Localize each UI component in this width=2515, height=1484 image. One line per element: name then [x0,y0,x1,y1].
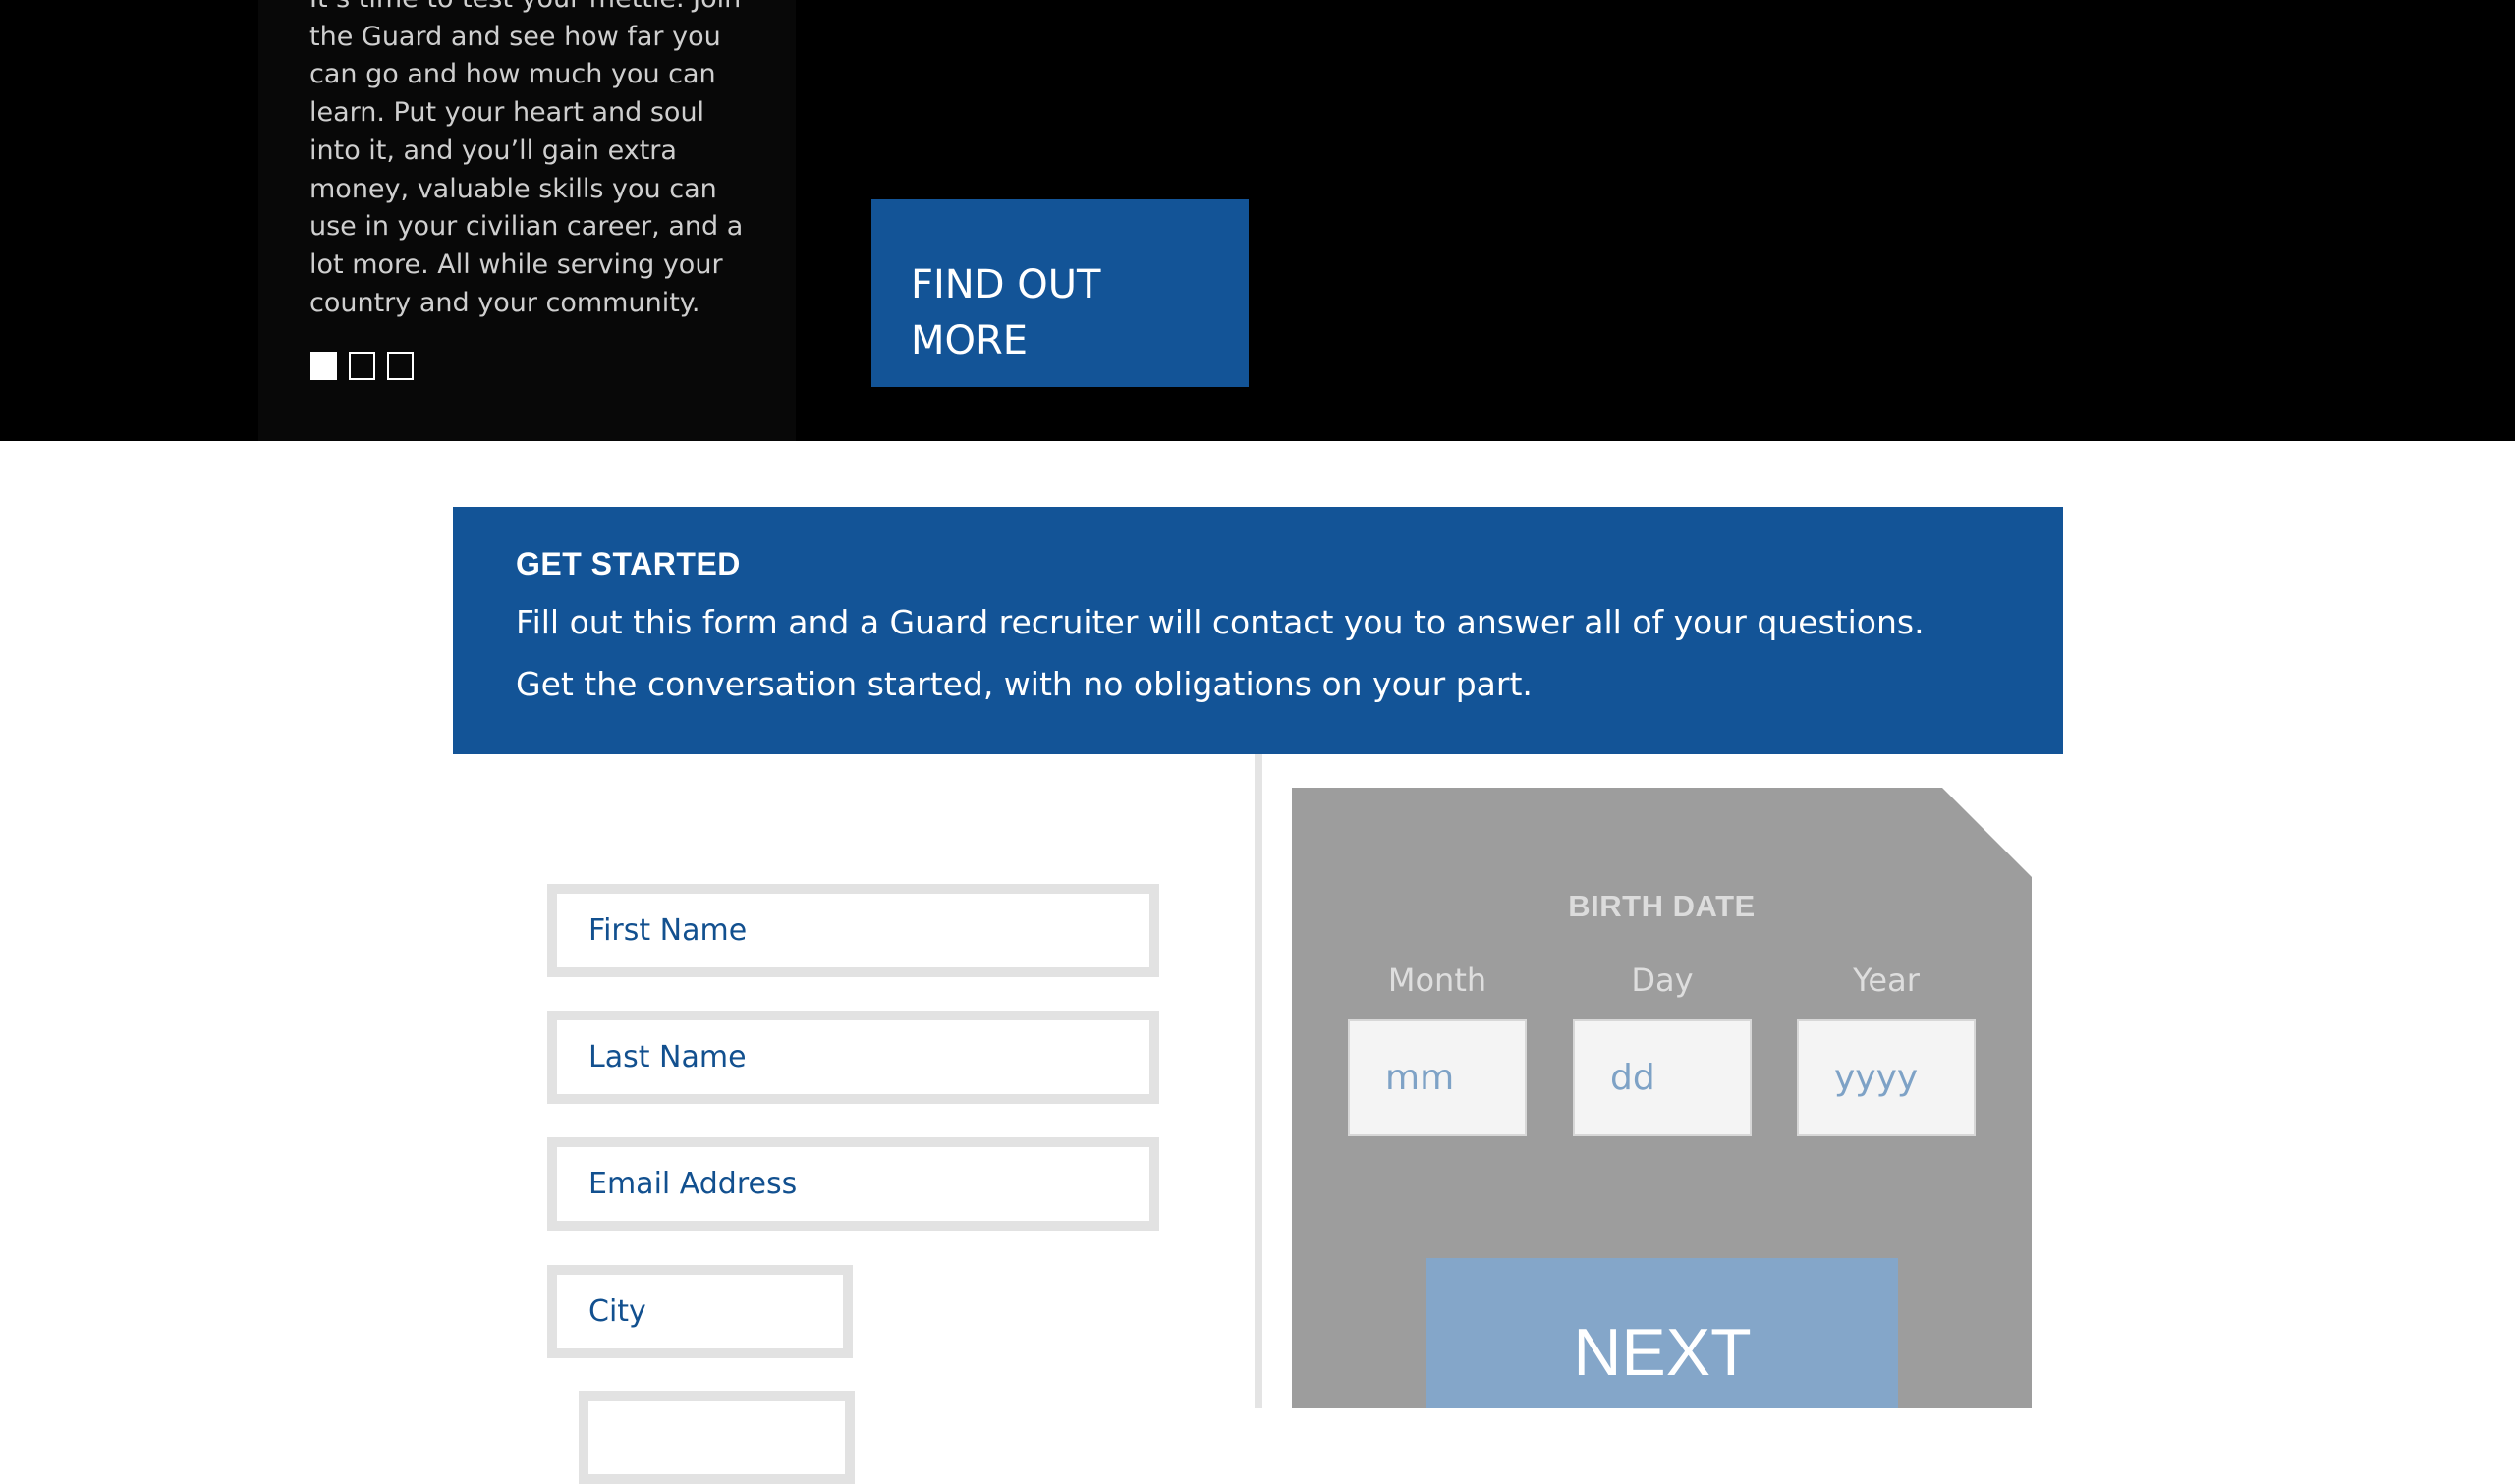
banner-title: GET STARTED [516,546,741,581]
state-input[interactable] [579,1391,855,1484]
last-name-input[interactable] [547,1011,1159,1104]
next-button[interactable]: NEXT [1426,1258,1898,1408]
birth-date-title: BIRTH DATE [1568,889,1756,923]
carousel-dot-1[interactable] [310,352,337,380]
year-label: Year [1853,962,1920,999]
month-label: Month [1387,962,1487,999]
carousel-indicators [310,352,414,380]
carousel-dot-2[interactable] [349,352,375,380]
birth-day-input[interactable] [1573,1019,1752,1136]
banner-description-line-1: Fill out this form and a Guard recruiter… [516,603,1925,641]
day-label: Day [1631,962,1694,999]
city-input[interactable] [547,1265,853,1358]
birth-month-input[interactable] [1348,1019,1527,1136]
birth-year-input[interactable] [1797,1019,1976,1136]
find-out-more-button[interactable]: FIND OUT MORE [871,199,1249,387]
first-name-input[interactable] [547,884,1159,977]
email-address-input[interactable] [547,1137,1159,1231]
get-started-banner: GET STARTED Fill out this form and a Gua… [453,507,2063,754]
hero-section: It’s time to test your mettle. Join the … [0,0,2515,441]
form-column-divider [1255,754,1262,1408]
hero-body-text: It’s time to test your mettle. Join the … [309,0,744,318]
birth-date-panel: BIRTH DATE Month Day Year NEXT [1292,788,2032,1408]
banner-description-line-2: Get the conversation started, with no ob… [516,665,1533,703]
carousel-dot-3[interactable] [387,352,414,380]
